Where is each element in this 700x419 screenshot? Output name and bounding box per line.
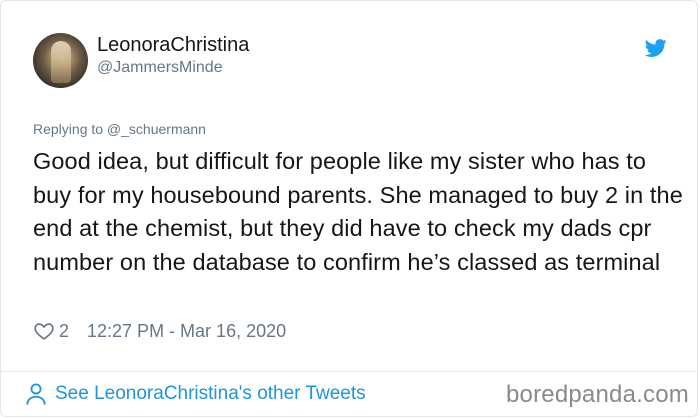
- replying-to[interactable]: Replying to @_schuermann: [33, 121, 206, 137]
- display-name[interactable]: LeonoraChristina: [97, 34, 249, 57]
- tweet-meta: 2 12:27 PM - Mar 16, 2020: [33, 319, 286, 343]
- tweet-timestamp[interactable]: 12:27 PM - Mar 16, 2020: [87, 321, 286, 342]
- avatar[interactable]: [33, 33, 88, 88]
- see-other-tweets-label: See LeonoraChristina's other Tweets: [55, 383, 366, 404]
- person-icon: [26, 383, 46, 405]
- tweet-card: LeonoraChristina @JammersMinde Replying …: [0, 0, 698, 417]
- watermark: boredpanda.com: [506, 381, 689, 408]
- twitter-bird-icon[interactable]: [643, 37, 669, 59]
- divider: [1, 371, 697, 372]
- see-other-tweets-link[interactable]: See LeonoraChristina's other Tweets: [25, 382, 366, 406]
- heart-icon[interactable]: [33, 320, 55, 342]
- tweet-text: Good idea, but difficult for people like…: [33, 148, 683, 275]
- like-count: 2: [59, 320, 70, 341]
- avatar-figure: [51, 41, 71, 83]
- user-handle[interactable]: @JammersMinde: [97, 59, 223, 77]
